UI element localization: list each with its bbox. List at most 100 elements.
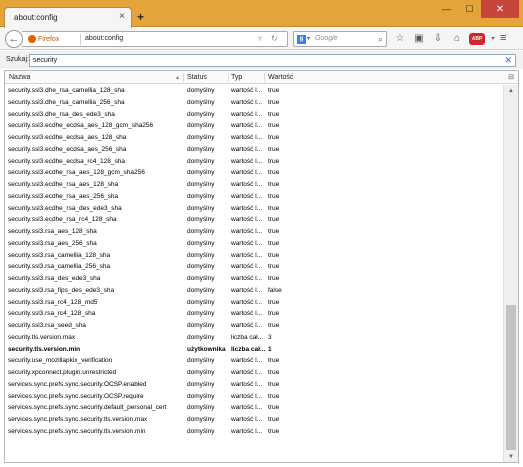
pref-type: wartość l... [231, 181, 263, 188]
pref-name: security.ssl3.dhe_rsa_camellia_128_sha [8, 87, 125, 94]
maximize-button[interactable]: ☐ [458, 0, 481, 18]
pref-value: true [268, 145, 280, 153]
pref-name: security.ssl3.ecdhe_ecdsa_aes_256_sha [8, 145, 127, 153]
new-tab-button[interactable]: + [137, 10, 144, 24]
pref-name: security.ssl3.rsa_aes_128_sha [8, 228, 97, 235]
table-row[interactable]: security.ssl3.rsa_rc4_128_sha domyślny war… [5, 308, 497, 320]
table-row[interactable]: services.sync.prefs.sync.security.OCSP.e… [5, 379, 497, 391]
table-row[interactable]: security.ssl3.dhe_rsa_des_ede3_sha domyśl… [5, 109, 497, 121]
table-row[interactable]: security.ssl3.ecdhe_rsa_aes_256_sha domyś… [5, 191, 497, 203]
pref-status: domyślny [187, 181, 215, 188]
table-row[interactable]: security.ssl3.ecdhe_ecdsa_aes_128_sha dom… [5, 132, 497, 144]
pref-value: true [268, 263, 280, 271]
pref-value: true [268, 204, 280, 212]
column-divider[interactable] [264, 73, 265, 82]
pref-type: wartość l... [231, 263, 263, 271]
pref-value: true [268, 322, 280, 329]
table-row[interactable]: security.ssl3.rsa_camellia_256_sha domyśl… [5, 261, 497, 273]
pref-status: domyślny [187, 110, 215, 118]
clear-search-icon[interactable]: ✕ [504, 55, 512, 66]
google-icon[interactable]: g [297, 35, 306, 44]
table-row[interactable]: security.ssl3.rsa_rc4_128_md5 domyślny war… [5, 297, 497, 309]
reload-icon[interactable]: ↻ [271, 34, 278, 43]
pref-status: domyślny [187, 98, 215, 106]
table-row[interactable]: security.ssl3.dhe_rsa_camellia_256_sha do… [5, 97, 497, 109]
pref-value: true [268, 98, 280, 106]
back-arrow-icon: ← [8, 33, 20, 45]
minimize-button[interactable]: — [435, 0, 458, 18]
table-row[interactable]: security.ssl3.rsa_aes_128_sha domyślny war… [5, 226, 497, 238]
table-row[interactable]: services.sync.prefs.sync.security.defaul… [5, 402, 497, 414]
pref-type: wartość l... [231, 169, 263, 177]
star-icon[interactable]: ☆ [393, 31, 407, 46]
url-bar[interactable]: Firefox about:config ▿ ↻ [22, 31, 288, 47]
column-picker-icon[interactable]: ⊟ [508, 73, 514, 81]
table-row[interactable]: security.tls.version.max domyślny liczba c… [5, 332, 497, 344]
pref-value: true [268, 110, 280, 118]
table-row[interactable]: security.xpconnect.plugin.unrestricted do… [5, 367, 497, 379]
search-bar[interactable]: g ▾ Google ⌕ [293, 31, 387, 47]
pref-status: domyślny [187, 404, 215, 412]
tab-about-config[interactable]: about:config × [4, 7, 132, 28]
table-row[interactable]: services.sync.prefs.sync.security.OCSP.r… [5, 391, 497, 403]
table-row[interactable]: security.ssl3.rsa_seed_sha domyślny wartoś… [5, 320, 497, 332]
table-row[interactable]: security.ssl3.rsa_aes_256_sha domyślny war… [5, 238, 497, 250]
engine-dropdown-icon[interactable]: ▾ [307, 35, 310, 42]
table-row[interactable]: security.ssl3.rsa_camellia_128_sha domyśl… [5, 250, 497, 262]
scroll-up-icon[interactable]: ▲ [504, 85, 518, 97]
table-row[interactable]: security.ssl3.rsa_fips_des_ede3_sha domyś… [5, 285, 497, 297]
back-button[interactable]: ← [5, 30, 23, 48]
column-header-name[interactable]: Nazwa [9, 74, 30, 81]
search-go-icon[interactable]: ⌕ [378, 34, 383, 45]
search-input[interactable]: security ✕ [29, 54, 516, 67]
dropdown-arrow-icon[interactable]: ▿ [258, 34, 262, 43]
column-header-status[interactable]: Status [187, 74, 207, 81]
scroll-thumb[interactable] [506, 305, 516, 450]
table-row[interactable]: services.sync.prefs.sync.security.tls.ve… [5, 414, 497, 426]
table-row[interactable]: security.ssl3.ecdhe_ecdsa_aes_128_gcm_sh… [5, 120, 497, 132]
column-divider[interactable] [183, 73, 184, 82]
close-tab-icon[interactable]: × [119, 11, 125, 22]
scrollbar[interactable]: ▲ ▼ [503, 85, 518, 462]
table-row[interactable]: services.sync.prefs.sync.security.tls.ve… [5, 426, 497, 438]
table-row[interactable]: security.ssl3.ecdhe_rsa_des_ede3_sha domy… [5, 203, 497, 215]
scroll-down-icon[interactable]: ▼ [504, 451, 518, 462]
navigation-toolbar: Firefox about:config ▿ ↻ ← g ▾ Google ⌕ … [0, 28, 523, 50]
close-window-button[interactable]: ✕ [481, 0, 519, 18]
filter-bar: Szukaj: security ✕ [0, 51, 523, 69]
column-header-type[interactable]: Typ [231, 74, 242, 81]
table-row[interactable]: security.tls.version.min użytkownika liczb… [5, 344, 497, 356]
pref-value: true [268, 310, 280, 318]
pref-status: domyślny [187, 263, 215, 271]
table-row[interactable]: security.ssl3.ecdhe_rsa_aes_128_sha domyś… [5, 179, 497, 191]
pref-status: domyślny [187, 251, 215, 259]
identity-box[interactable]: Firefox [28, 35, 59, 43]
pref-status: domyślny [187, 239, 215, 247]
table-row[interactable]: security.ssl3.ecdhe_ecdsa_aes_256_sha dom… [5, 144, 497, 156]
pref-value: true [268, 134, 280, 141]
home-icon[interactable]: ⌂ [450, 31, 464, 46]
table-body: security.ssl3.dhe_rsa_camellia_128_shado… [5, 85, 497, 438]
pref-type: wartość l... [231, 98, 263, 106]
table-row[interactable]: security.ssl3.ecdhe_rsa_rc4_128_sha domyś… [5, 214, 497, 226]
adblock-dropdown-icon[interactable]: ▾ [490, 31, 496, 46]
clipboard-icon[interactable]: ▣ [412, 31, 426, 46]
pref-name: security.ssl3.ecdhe_rsa_rc4_128_sha [8, 216, 117, 224]
menu-icon[interactable]: ≡ [500, 32, 506, 44]
table-row[interactable]: security.ssl3.dhe_rsa_camellia_128_sha do… [5, 85, 497, 97]
adblock-icon[interactable]: ABP [469, 33, 485, 45]
table-row[interactable]: security.ssl3.rsa_des_ede3_sha domyślny wa… [5, 273, 497, 285]
pref-value: true [268, 122, 280, 130]
pref-status: domyślny [187, 310, 215, 318]
pref-name: security.ssl3.ecdhe_rsa_aes_128_gcm_sha2… [8, 169, 145, 177]
column-header-value[interactable]: Wartość [268, 74, 293, 81]
toolbar-icons: ☆ ▣ ⇩ ⌂ ABP ▾ [393, 31, 496, 46]
table-row[interactable]: security.ssl3.ecdhe_ecdsa_rc4_128_sha dom… [5, 156, 497, 168]
download-icon[interactable]: ⇩ [431, 31, 445, 46]
column-divider[interactable] [228, 73, 229, 82]
table-row[interactable]: security.use_mozillapkix_verification dom… [5, 355, 497, 367]
table-row[interactable]: security.ssl3.ecdhe_rsa_aes_128_gcm_sha2… [5, 167, 497, 179]
pref-value: true [268, 380, 280, 388]
pref-type: wartość l... [231, 145, 263, 153]
url-text[interactable]: about:config [85, 35, 123, 42]
